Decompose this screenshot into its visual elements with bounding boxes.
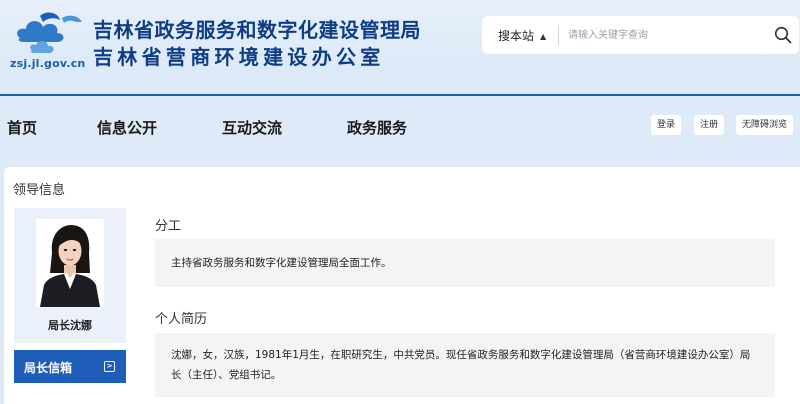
search-icon[interactable] xyxy=(774,26,792,44)
register-button[interactable]: 注册 xyxy=(694,115,725,135)
director-mailbox-label: 局长信箱 xyxy=(24,361,73,375)
nav-top-rule xyxy=(0,94,800,96)
logo-icon[interactable] xyxy=(10,8,90,60)
bio-content: 沈娜，女，汉族，1981年1月生，在职研究生，中共党员。现任省政务服务和数字化建… xyxy=(155,333,775,397)
logo-url: zsj.jl.gov.cn xyxy=(10,57,86,70)
accessibility-button[interactable]: 无障碍浏览 xyxy=(736,115,794,135)
nav-item-info-disclosure[interactable]: 信息公开 xyxy=(97,117,157,138)
bio-heading: 个人简历 xyxy=(155,312,208,327)
site-title-primary[interactable]: 吉林省政务服务和数字化建设管理局 xyxy=(93,14,421,43)
leader-photo xyxy=(36,219,104,307)
section-title: 领导信息 xyxy=(13,183,66,198)
updown-arrows-icon: ▲ xyxy=(540,32,547,41)
leader-info-card: 领导信息 局长沈娜 局长信箱 > 分工 主持省政务服务和数字化建设管理局全面工作… xyxy=(4,167,800,404)
login-button[interactable]: 登录 xyxy=(651,115,682,135)
leader-profile-panel: 局长沈娜 xyxy=(14,208,126,343)
search-box: 搜本站 ▲ xyxy=(482,16,799,54)
nav-item-home[interactable]: 首页 xyxy=(7,117,37,138)
leader-name-title: 局长沈娜 xyxy=(48,319,92,332)
duty-heading: 分工 xyxy=(155,219,182,234)
search-scope-select[interactable]: 搜本站 ▲ xyxy=(498,27,546,44)
director-mailbox-button[interactable]: 局长信箱 > xyxy=(14,350,126,383)
site-title-secondary[interactable]: 吉林省营商环境建设办公室 xyxy=(93,41,385,70)
nav-item-interaction[interactable]: 互动交流 xyxy=(222,117,282,138)
duty-content: 主持省政务服务和数字化建设管理局全面工作。 xyxy=(155,239,775,287)
search-scope-label: 搜本站 xyxy=(498,29,535,43)
search-divider xyxy=(558,25,559,45)
chevron-right-icon: > xyxy=(104,361,115,372)
search-input[interactable] xyxy=(568,24,748,46)
header: zsj.jl.gov.cn 吉林省政务服务和数字化建设管理局 吉林省营商环境建设… xyxy=(0,0,800,80)
nav-item-gov-services[interactable]: 政务服务 xyxy=(347,117,407,138)
